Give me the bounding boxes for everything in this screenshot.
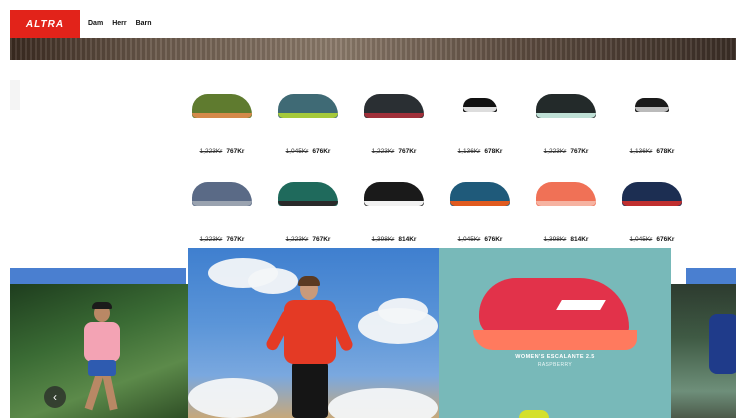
product-shoe-image bbox=[192, 94, 252, 118]
product-old-price: 1,136Kr bbox=[629, 148, 653, 155]
product-shoe-image bbox=[364, 182, 424, 206]
product-sale-price: 767Kr bbox=[226, 148, 245, 155]
product-sale-price: 814Kr bbox=[570, 236, 589, 243]
product-price: 1,398Kr 814Kr bbox=[524, 236, 608, 243]
product-shoe-image bbox=[536, 94, 596, 118]
product-price: 1,136Kr 678Kr bbox=[438, 148, 522, 155]
main-nav: Dam Herr Barn bbox=[88, 20, 152, 27]
product-sale-price: 767Kr bbox=[226, 236, 245, 243]
product-shoe-image bbox=[364, 94, 424, 118]
product-price: 1,223Kr 767Kr bbox=[180, 148, 264, 155]
product-price: 1,223Kr 767Kr bbox=[352, 148, 436, 155]
promo-shoe-color: RASPBERRY bbox=[537, 362, 573, 368]
runner-figure bbox=[80, 302, 124, 414]
altra-logo[interactable]: ALTRA bbox=[10, 10, 80, 38]
product-shoe-image bbox=[622, 182, 682, 206]
product-sale-price: 767Kr bbox=[570, 148, 589, 155]
product-shoe-image bbox=[463, 98, 497, 112]
nav-item-herr[interactable]: Herr bbox=[112, 20, 126, 27]
product-old-price: 1,223Kr bbox=[199, 236, 223, 243]
product-price: 1,223Kr 767Kr bbox=[524, 148, 608, 155]
product-sale-price: 767Kr bbox=[312, 236, 331, 243]
shoe-image-partial bbox=[519, 410, 549, 418]
hero-banner-image bbox=[10, 38, 736, 60]
product-old-price: 1,045Kr bbox=[629, 236, 653, 243]
product-shoe-image bbox=[450, 182, 510, 206]
product-price: 1,045Kr 676Kr bbox=[610, 236, 694, 243]
product-shoe-image bbox=[278, 182, 338, 206]
promo-shoe-name: WOMEN'S ESCALANTE 2.5 bbox=[515, 354, 595, 360]
product-old-price: 1,223Kr bbox=[285, 236, 309, 243]
product-shoe-image bbox=[278, 94, 338, 118]
product-old-price: 1,136Kr bbox=[457, 148, 481, 155]
product-old-price: 1,223Kr bbox=[371, 148, 395, 155]
product-sale-price: 676Kr bbox=[484, 236, 503, 243]
product-price: 1,398Kr 814Kr bbox=[352, 236, 436, 243]
promo-escalante-shoe[interactable]: WOMEN'S ESCALANTE 2.5 RASPBERRY bbox=[439, 248, 671, 418]
promo-image-sky-runner[interactable] bbox=[188, 248, 439, 418]
product-old-price: 1,223Kr bbox=[199, 148, 223, 155]
product-old-price: 1,398Kr bbox=[543, 236, 567, 243]
product-shoe-image bbox=[635, 98, 669, 112]
product-old-price: 1,223Kr bbox=[543, 148, 567, 155]
site-header: ALTRA Dam Herr Barn bbox=[0, 0, 736, 40]
promo-image-trail-runner[interactable] bbox=[10, 284, 188, 418]
product-old-price: 1,398Kr bbox=[371, 236, 395, 243]
product-price: 1,136Kr 678Kr bbox=[610, 148, 694, 155]
product-sale-price: 678Kr bbox=[484, 148, 503, 155]
product-shoe-image bbox=[192, 182, 252, 206]
product-sale-price: 676Kr bbox=[312, 148, 331, 155]
product-sale-price: 676Kr bbox=[656, 236, 675, 243]
promo-image-forest-runner[interactable] bbox=[671, 284, 736, 418]
product-price: 1,223Kr 767Kr bbox=[180, 236, 264, 243]
chevron-left-icon: ‹ bbox=[53, 390, 57, 404]
product-sale-price: 814Kr bbox=[398, 236, 417, 243]
product-price: 1,045Kr 676Kr bbox=[438, 236, 522, 243]
side-placeholder bbox=[10, 80, 20, 110]
product-sale-price: 678Kr bbox=[656, 148, 675, 155]
nav-item-dam[interactable]: Dam bbox=[88, 20, 103, 27]
carousel-prev-button[interactable]: ‹ bbox=[44, 386, 66, 408]
product-old-price: 1,045Kr bbox=[285, 148, 309, 155]
product-old-price: 1,045Kr bbox=[457, 236, 481, 243]
shoe-image bbox=[469, 278, 639, 358]
logo-text: ALTRA bbox=[25, 18, 65, 30]
product-price: 1,223Kr 767Kr bbox=[266, 236, 350, 243]
runner-figure bbox=[264, 276, 358, 418]
nav-item-barn[interactable]: Barn bbox=[136, 20, 152, 27]
product-shoe-image bbox=[536, 182, 596, 206]
runner-figure bbox=[709, 314, 736, 374]
product-sale-price: 767Kr bbox=[398, 148, 417, 155]
product-price: 1,045Kr 676Kr bbox=[266, 148, 350, 155]
